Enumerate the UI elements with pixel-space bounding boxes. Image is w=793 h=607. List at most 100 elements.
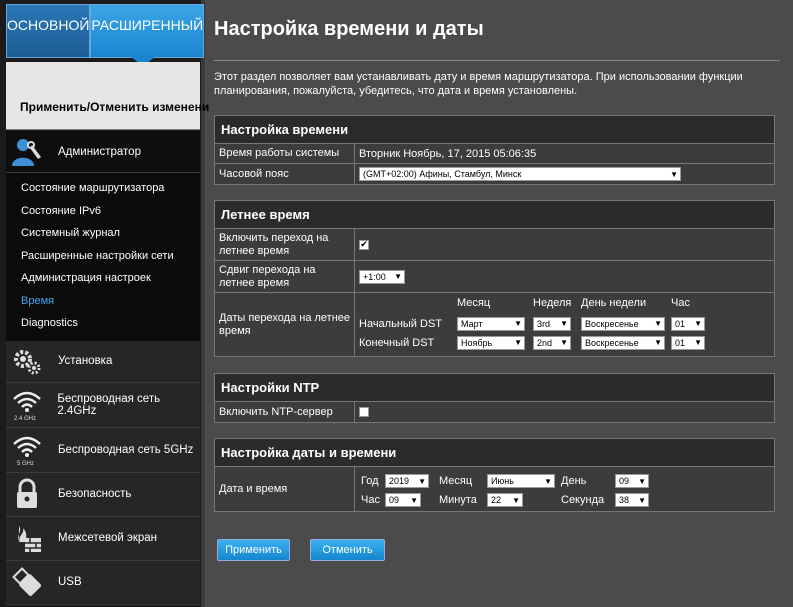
chevron-down-icon: ▼ (560, 338, 568, 347)
admin-submenu: Состояние маршрутизатора Состояние IPv6 … (6, 173, 200, 341)
dst-start-week-select[interactable]: 3rd ▼ (533, 316, 571, 331)
uptime-value: Вторник Ноябрь, 17, 2015 05:06:35 (359, 147, 537, 160)
dst-end-hour-select[interactable]: 01 ▼ (671, 335, 705, 350)
dst-end-label: Конечный DST (359, 336, 435, 349)
chevron-down-icon: ▼ (560, 319, 568, 328)
select-value: Воскресенье (585, 337, 639, 348)
apply-button[interactable]: Применить (217, 539, 290, 561)
ntp-enable-cell (355, 402, 774, 422)
sidebar-group-security[interactable]: Безопасность (6, 472, 200, 517)
month-select[interactable]: Июнь ▼ (487, 474, 555, 488)
second-select[interactable]: 38 ▼ (615, 493, 649, 507)
sidebar-item-diagnostics[interactable]: Diagnostics (6, 312, 200, 335)
sidebar-item-advanced-network[interactable]: Расширенные настройки сети (6, 245, 200, 268)
chevron-down-icon: ▼ (394, 272, 402, 281)
chevron-down-icon: ▼ (514, 338, 522, 347)
hour-select[interactable]: 09 ▼ (385, 493, 421, 507)
dst-start-month-select[interactable]: Март ▼ (457, 316, 525, 331)
day-select[interactable]: 09 ▼ (615, 474, 649, 488)
wifi-icon: 5 GHz (6, 429, 48, 471)
timezone-select[interactable]: (GMT+02:00) Афины, Стамбул, Минск ▼ (359, 167, 681, 181)
month-label: Месяц (439, 475, 473, 487)
select-value: 09 (389, 495, 400, 505)
datetime-section: Настройка даты и времени Дата и время Го… (214, 438, 775, 512)
dst-offset-select[interactable]: +1:00 ▼ (359, 269, 405, 284)
sidebar-group-setup[interactable]: Установка (6, 340, 200, 383)
uptime-label: Время работы системы (215, 144, 355, 163)
select-value: 2019 (389, 476, 410, 486)
sidebar-group-wireless-24[interactable]: 2.4 GHz Беспроводная сеть 2.4GHz (6, 382, 200, 428)
day-label: День (561, 475, 587, 487)
lock-icon (6, 473, 48, 515)
sidebar-item-router-status[interactable]: Состояние маршрутизатора (6, 177, 200, 200)
chevron-down-icon: ▼ (670, 169, 678, 179)
dst-col-day: День недели (581, 296, 647, 309)
apply-changes-panel: Применить/Отменить изменения: 0 (6, 62, 230, 130)
timezone-cell: (GMT+02:00) Афины, Стамбул, Минск ▼ (355, 164, 774, 184)
sidebar-group-label: Беспроводная сеть 2.4GHz (57, 392, 161, 417)
title-divider (214, 60, 780, 61)
page-title: Настройка времени и даты (214, 18, 484, 40)
sidebar-group-admin[interactable]: Администратор (6, 131, 200, 173)
dst-start-hour-select[interactable]: 01 ▼ (671, 316, 705, 331)
timezone-select-value: (GMT+02:00) Афины, Стамбул, Минск (363, 169, 522, 179)
main-content: Настройка времени и даты Этот раздел поз… (209, 0, 793, 607)
band-badge: 5 GHz (17, 460, 35, 467)
select-value: Июнь (491, 476, 514, 486)
time-settings-section: Настройка времени Время работы системы В… (214, 115, 775, 185)
year-select[interactable]: 2019 ▼ (385, 474, 429, 488)
chevron-down-icon: ▼ (410, 495, 418, 505)
sidebar-item-settings-admin[interactable]: Администрация настроек (6, 267, 200, 290)
dst-offset-label: Сдвиг перехода на летнее время (215, 261, 355, 292)
minute-label: Минута (439, 494, 477, 506)
datetime-row: Дата и время Год 2019 ▼ Месяц Июнь ▼ День … (215, 467, 774, 511)
sidebar-item-time[interactable]: Время (6, 290, 200, 313)
dst-enable-cell: ✔ (355, 229, 774, 260)
dst-enable-label: Включить переход на летнее время (215, 229, 355, 260)
chevron-down-icon: ▼ (694, 319, 702, 328)
sidebar-group-firewall[interactable]: Межсетевой экран (6, 516, 200, 561)
firewall-icon (6, 517, 48, 559)
sidebar-item-ipv6-status[interactable]: Состояние IPv6 (6, 200, 200, 223)
dst-enable-row: Включить переход на летнее время ✔ (215, 229, 774, 261)
dst-start-label: Начальный DST (359, 317, 442, 330)
dst-dates-row: Даты перехода на летнее время Месяц Неде… (215, 293, 774, 356)
dst-section: Летнее время Включить переход на летнее … (214, 200, 775, 357)
ntp-enable-row: Включить NTP-сервер (215, 402, 774, 422)
sidebar-item-system-log[interactable]: Системный журнал (6, 222, 200, 245)
select-value: 09 (619, 476, 630, 486)
dst-start-day-select[interactable]: Воскресенье ▼ (581, 316, 665, 331)
page-description: Этот раздел позволяет вам устанавливать … (214, 71, 743, 97)
second-label: Секунда (561, 494, 605, 506)
section-heading: Настройка времени (215, 116, 774, 144)
ntp-section: Настройки NTP Включить NTP-сервер (214, 373, 775, 423)
dst-col-hour: Час (671, 296, 690, 309)
sidebar-group-label: USB (58, 576, 82, 588)
select-value: 22 (491, 495, 502, 505)
chevron-down-icon: ▼ (654, 319, 662, 328)
hour-label: Час (361, 494, 380, 506)
tab-advanced[interactable]: РАСШИРЕННЫЙ (90, 4, 205, 66)
sidebar-group-wireless-5[interactable]: 5 GHz Беспроводная сеть 5GHz (6, 427, 200, 473)
band-badge: 2.4 GHz (14, 415, 37, 422)
ntp-enable-label: Включить NTP-сервер (215, 402, 355, 422)
dst-offset-row: Сдвиг перехода на летнее время +1:00 ▼ (215, 261, 774, 293)
ntp-enable-checkbox[interactable] (359, 407, 369, 417)
dst-dates-label: Даты перехода на летнее время (215, 293, 355, 356)
section-heading: Летнее время (215, 201, 774, 229)
tab-basic[interactable]: ОСНОВНОЙ (6, 4, 91, 58)
cancel-button[interactable]: Отменить (310, 539, 385, 561)
dst-end-week-select[interactable]: 2nd ▼ (533, 335, 571, 350)
sidebar-group-usb[interactable]: USB (6, 560, 200, 605)
dst-offset-cell: +1:00 ▼ (355, 261, 774, 292)
minute-select[interactable]: 22 ▼ (487, 493, 523, 507)
select-value: 01 (675, 337, 686, 348)
uptime-row: Время работы системы Вторник Ноябрь, 17,… (215, 144, 774, 164)
dst-dates-grid: Месяц Неделя День недели Час Начальный D… (359, 297, 769, 353)
dst-end-day-select[interactable]: Воскресенье ▼ (581, 335, 665, 350)
dst-enable-checkbox[interactable]: ✔ (359, 239, 369, 250)
dst-end-month-select[interactable]: Ноябрь ▼ (457, 335, 525, 350)
apply-changes-counter[interactable]: Применить/Отменить изменения: 0 (20, 100, 230, 114)
select-value: Март (461, 318, 483, 329)
section-heading: Настройки NTP (215, 374, 774, 402)
